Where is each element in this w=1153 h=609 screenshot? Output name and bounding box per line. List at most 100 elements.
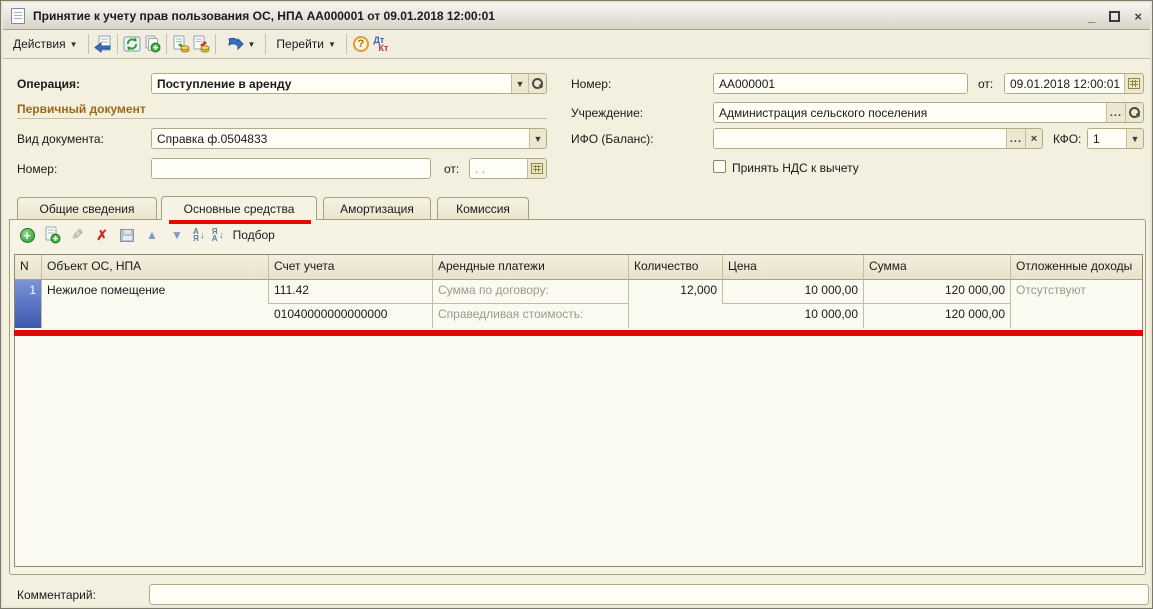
chevron-down-icon: ▼ bbox=[1130, 133, 1140, 144]
object-cell[interactable]: Нежилое помещение bbox=[42, 280, 269, 304]
copy-icon bbox=[145, 35, 160, 53]
vat-checkbox[interactable] bbox=[713, 160, 726, 173]
sort-desc-icon: ЯА bbox=[211, 227, 218, 243]
tab-fixed-assets[interactable]: Основные средства bbox=[161, 196, 317, 220]
date-input[interactable]: 09.01.2018 12:00:01 bbox=[1004, 73, 1144, 94]
doc-kind-value: Справка ф.0504833 bbox=[152, 129, 529, 148]
actions-menu-label: Действия bbox=[13, 37, 66, 51]
move-down-button[interactable]: ▼ bbox=[168, 226, 186, 244]
refresh-button[interactable] bbox=[122, 34, 142, 54]
column-header-account[interactable]: Счет учета bbox=[269, 255, 433, 280]
save-grid-button[interactable] bbox=[118, 226, 136, 244]
save-and-close-button[interactable] bbox=[93, 34, 113, 54]
ifo-input[interactable]: ... × bbox=[713, 128, 1043, 149]
add-row-button[interactable]: + bbox=[18, 226, 36, 244]
column-header-quantity[interactable]: Количество bbox=[629, 255, 723, 280]
kfo-select[interactable]: 1 ▼ bbox=[1087, 128, 1144, 149]
account-cell-line2[interactable]: 01040000000000000 bbox=[269, 304, 433, 328]
institution-search-button[interactable] bbox=[1125, 103, 1143, 122]
column-header-deferred-income[interactable]: Отложенные доходы bbox=[1011, 255, 1142, 280]
move-up-icon: ▲ bbox=[146, 228, 158, 242]
comment-label: Комментарий: bbox=[17, 588, 96, 602]
document-window: Принятие к учету прав пользования ОС, НП… bbox=[0, 0, 1153, 609]
operation-dropdown-button[interactable]: ▼ bbox=[511, 74, 528, 93]
actions-menu-button[interactable]: Действия ▼ bbox=[7, 34, 84, 54]
column-header-object[interactable]: Объект ОС, НПА bbox=[42, 255, 269, 280]
rent-payment-cell-line2[interactable]: Справедливая стоимость: bbox=[433, 304, 629, 328]
maximize-button[interactable] bbox=[1109, 10, 1121, 22]
calendar-icon bbox=[1128, 78, 1140, 89]
edit-row-button[interactable]: ✎ bbox=[68, 226, 86, 244]
doc-number-input[interactable] bbox=[151, 158, 431, 179]
chevron-down-icon: ▼ bbox=[247, 39, 256, 49]
tab-depreciation[interactable]: Амортизация bbox=[323, 197, 431, 220]
column-header-rent-payments[interactable]: Арендные платежи bbox=[433, 255, 629, 280]
doc-date-value: . . bbox=[470, 159, 527, 178]
dt-kt-button[interactable]: Дт Кт bbox=[371, 34, 391, 54]
doc-number-label: Номер: bbox=[17, 162, 58, 176]
date-calendar-button[interactable] bbox=[1124, 74, 1143, 93]
quantity-cell[interactable]: 12,000 bbox=[629, 280, 723, 304]
column-header-n[interactable]: N bbox=[15, 255, 42, 280]
edit-icon: ✎ bbox=[70, 227, 84, 244]
price-cell-line1[interactable]: 10 000,00 bbox=[723, 280, 864, 304]
tab-general-info[interactable]: Общие сведения bbox=[17, 197, 157, 220]
operation-search-button[interactable] bbox=[528, 74, 546, 93]
ifo-clear-button[interactable]: × bbox=[1025, 129, 1042, 148]
help-button[interactable]: ? bbox=[351, 34, 371, 54]
minimize-button[interactable]: _ bbox=[1088, 10, 1095, 23]
ifo-ellipsis-button[interactable]: ... bbox=[1005, 129, 1025, 148]
deferred-income-cell[interactable]: Отсутствуют bbox=[1011, 280, 1142, 304]
price-cell-line2[interactable]: 10 000,00 bbox=[723, 304, 864, 328]
doc-date-label: от: bbox=[444, 162, 460, 176]
chevron-down-icon: ▼ bbox=[327, 39, 336, 49]
doc-kind-dropdown-button[interactable]: ▼ bbox=[529, 129, 546, 148]
section-divider bbox=[17, 118, 547, 119]
sort-asc-icon: АЯ bbox=[193, 227, 199, 243]
copy-row-button[interactable] bbox=[43, 226, 61, 244]
window-title: Принятие к учету прав пользования ОС, НП… bbox=[33, 9, 495, 23]
row-number-cell[interactable]: 1 bbox=[15, 280, 42, 328]
sort-desc-button[interactable]: ЯА ↓ bbox=[211, 227, 224, 243]
institution-input[interactable]: Администрация сельского поселения ... bbox=[713, 102, 1144, 123]
ifo-label: ИФО (Баланс): bbox=[571, 132, 654, 146]
doc-date-input[interactable]: . . bbox=[469, 158, 547, 179]
calendar-icon bbox=[531, 163, 543, 174]
pick-button[interactable]: Подбор bbox=[233, 228, 275, 242]
toolbar-separator bbox=[165, 34, 167, 54]
post-document-button[interactable] bbox=[171, 34, 191, 54]
goto-menu-button[interactable]: Перейти ▼ bbox=[270, 34, 341, 54]
rent-payment-cell-line1[interactable]: Сумма по договору: bbox=[433, 280, 629, 304]
doc-kind-select[interactable]: Справка ф.0504833 ▼ bbox=[151, 128, 547, 149]
unpost-document-button[interactable] bbox=[191, 34, 211, 54]
sort-asc-button[interactable]: АЯ ↓ bbox=[193, 227, 205, 243]
doc-date-calendar-button[interactable] bbox=[527, 159, 546, 178]
vat-checkbox-label[interactable]: Принять НДС к вычету bbox=[732, 161, 859, 175]
tab-label: Основные средства bbox=[183, 201, 295, 216]
tab-commission[interactable]: Комиссия bbox=[437, 197, 529, 220]
number-input[interactable]: АА000001 bbox=[713, 73, 968, 94]
doc-kind-label: Вид документа: bbox=[17, 132, 104, 146]
copy-button[interactable] bbox=[142, 34, 162, 54]
column-header-sum[interactable]: Сумма bbox=[864, 255, 1011, 280]
table-row[interactable]: 1 Нежилое помещение 111.42 Сумма по дого… bbox=[15, 280, 1142, 328]
institution-label: Учреждение: bbox=[571, 106, 644, 120]
output-button[interactable]: ▼ bbox=[220, 33, 262, 55]
delete-row-button[interactable]: ✗ bbox=[93, 226, 111, 244]
close-button[interactable]: × bbox=[1134, 10, 1142, 23]
operation-select[interactable]: Поступление в аренду ▼ bbox=[151, 73, 547, 94]
tab-label: Общие сведения bbox=[39, 202, 135, 216]
search-icon bbox=[1129, 107, 1140, 118]
kfo-value: 1 bbox=[1088, 129, 1126, 148]
move-up-button[interactable]: ▲ bbox=[143, 226, 161, 244]
sum-cell-line2[interactable]: 120 000,00 bbox=[864, 304, 1011, 328]
post-document-icon bbox=[173, 35, 189, 53]
comment-input[interactable] bbox=[149, 584, 1149, 605]
kfo-dropdown-button[interactable]: ▼ bbox=[1126, 129, 1143, 148]
sum-cell-line1[interactable]: 120 000,00 bbox=[864, 280, 1011, 304]
account-cell-line1[interactable]: 111.42 bbox=[269, 280, 433, 304]
toolbar-separator bbox=[87, 34, 89, 54]
institution-ellipsis-button[interactable]: ... bbox=[1105, 103, 1125, 122]
column-header-price[interactable]: Цена bbox=[723, 255, 864, 280]
date-label: от: bbox=[978, 77, 994, 91]
